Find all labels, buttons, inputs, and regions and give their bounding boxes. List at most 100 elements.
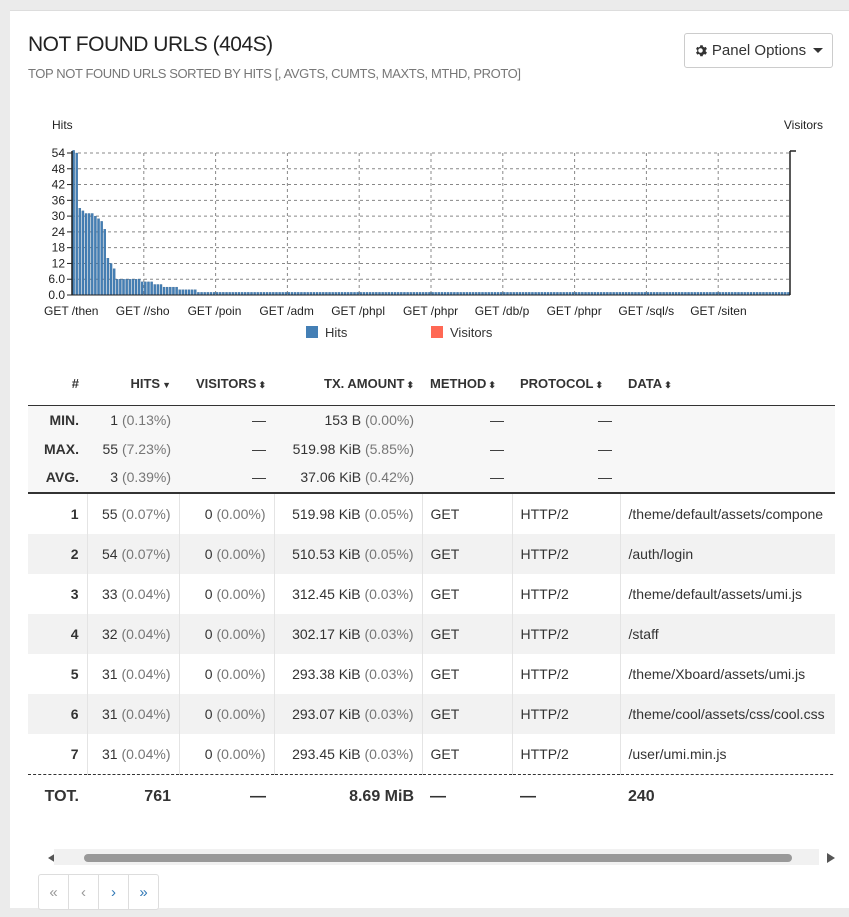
scrollbar-track[interactable] (54, 849, 819, 865)
row-number-text: 4 (70, 625, 79, 642)
bar-hits (194, 289, 197, 296)
total-data: 240 (620, 774, 835, 819)
row-number-text: 6 (70, 705, 79, 722)
table-row[interactable]: 5 31 (0.04%) 0 (0.00%) 293.38 KiB (0.03%) GE… (28, 653, 835, 694)
last-page-button[interactable]: » (128, 874, 159, 910)
bar-hits (97, 218, 100, 296)
next-page-button[interactable]: › (98, 874, 129, 910)
y-tick-label: 18 (52, 241, 66, 255)
stat-row: AVG. 3 (0.39%) — 37.06 KiB (0.42%) — — (28, 463, 835, 494)
col-header-hits[interactable]: HITS ▼ (87, 361, 179, 406)
url-value: /theme/default/assets/compone (628, 505, 824, 522)
protocol-value: HTTP/2 (520, 545, 569, 562)
url-value: /staff (628, 625, 659, 642)
col-header-tx-amount[interactable]: TX. AMOUNT ⬍ (274, 361, 422, 406)
table-row[interactable]: 6 31 (0.04%) 0 (0.00%) 293.07 KiB (0.03%) GE… (28, 693, 835, 734)
stat-method: — (422, 434, 512, 463)
bar-hits (137, 279, 141, 296)
y-tick-label: 48 (52, 162, 66, 176)
visitors-percent: (0.00%) (216, 665, 266, 682)
col-header-protocol[interactable]: PROTOCOL ⬍ (512, 361, 620, 406)
hits-percent: (0.04%) (121, 705, 171, 722)
table-row[interactable]: 7 31 (0.04%) 0 (0.00%) 293.45 KiB (0.03%) GE… (28, 733, 835, 775)
bar-hits (125, 279, 128, 296)
col-header-data[interactable]: DATA ⬍ (620, 361, 835, 406)
hits-percent: (0.39%) (121, 469, 171, 486)
bar-hits (103, 229, 106, 296)
tx-percent: (0.05%) (364, 545, 414, 562)
row-tx: 293.45 KiB (0.03%) (274, 733, 423, 775)
stat-data (620, 434, 835, 463)
stat-hits: 3 (0.39%) (87, 463, 179, 494)
total-protocol: — (512, 774, 620, 819)
hits-percent: (0.04%) (121, 665, 171, 682)
panel-title: NOT FOUND URLS (404S) (28, 33, 273, 56)
tx-value: 302.17 KiB (292, 625, 361, 642)
first-page-button[interactable]: « (38, 874, 69, 910)
tx-value: 293.07 KiB (292, 705, 361, 722)
row-data: /staff (620, 613, 835, 654)
bar-hits (162, 286, 166, 296)
data-table-wrapper: # HITS ▼ VISITORS ⬍ TX. AMOUNT ⬍ METHOD ⬍ PR… (28, 361, 835, 819)
stat-visitors: — (179, 405, 274, 435)
hits-value: 31 (102, 665, 118, 682)
bar-hits (178, 289, 181, 296)
row-visitors: 0 (0.00%) (179, 693, 275, 734)
row-method: GET (422, 533, 513, 574)
hits-value: 1 (110, 412, 119, 429)
tx-percent: (0.05%) (364, 505, 414, 522)
row-visitors: 0 (0.00%) (179, 733, 275, 775)
horizontal-scrollbar[interactable] (38, 849, 835, 865)
bar-hits (172, 286, 175, 296)
row-tx: 519.98 KiB (0.05%) (274, 492, 423, 534)
protocol-value: HTTP/2 (520, 745, 569, 762)
table-row[interactable]: 4 32 (0.04%) 0 (0.00%) 302.17 KiB (0.03%) GE… (28, 613, 835, 654)
table-row[interactable]: 2 54 (0.07%) 0 (0.00%) 510.53 KiB (0.05%) GE… (28, 533, 835, 574)
pagination: « ‹ › » (38, 874, 159, 910)
bar-hits (91, 213, 94, 296)
col-header-visitors[interactable]: VISITORS ⬍ (179, 361, 274, 406)
table-row[interactable]: 3 33 (0.04%) 0 (0.00%) 312.45 KiB (0.03%) GE… (28, 573, 835, 614)
table-row[interactable]: 1 55 (0.07%) 0 (0.00%) 519.98 KiB (0.05%) GE… (28, 492, 835, 534)
not-found-panel: NOT FOUND URLS (404S) TOP NOT FOUND URLS… (10, 10, 849, 910)
stat-data (620, 463, 835, 494)
bar-hits (109, 263, 113, 296)
hits-percent: (0.13%) (121, 412, 171, 429)
prev-page-button[interactable]: ‹ (68, 874, 99, 910)
scrollbar-thumb[interactable] (84, 854, 792, 862)
tx-percent: (0.03%) (364, 585, 414, 602)
stat-data (620, 405, 835, 435)
hits-percent: (0.04%) (121, 585, 171, 602)
stat-hits: 55 (7.23%) (87, 434, 179, 463)
row-method: GET (422, 653, 513, 694)
panel-options-button[interactable]: Panel Options (684, 33, 833, 68)
protocol-value: HTTP/2 (520, 505, 569, 522)
stat-tx: 153 B (0.00%) (274, 405, 422, 435)
scroll-right-icon[interactable] (827, 853, 835, 863)
bar-hits (175, 286, 178, 296)
stat-label-text: MAX. (44, 440, 79, 457)
method-value: GET (430, 665, 460, 682)
x-tick-label: GET /adm (259, 304, 313, 318)
data-table: # HITS ▼ VISITORS ⬍ TX. AMOUNT ⬍ METHOD ⬍ PR… (28, 361, 835, 819)
tx-percent: (0.03%) (364, 745, 414, 762)
col-header-method[interactable]: METHOD ⬍ (422, 361, 512, 406)
stat-label: AVG. (28, 463, 87, 494)
chart-grid (72, 152, 790, 296)
row-data: /user/umi.min.js (620, 733, 835, 775)
x-tick-label: GET /poin (188, 304, 242, 318)
hits-value: 32 (102, 625, 118, 642)
visitors-value: 0 (204, 665, 213, 682)
tx-percent: (0.42%) (364, 469, 414, 486)
visitors-value: 0 (204, 545, 213, 562)
row-data: /auth/login (620, 533, 835, 574)
stat-label-text: AVG. (45, 469, 79, 486)
row-number: 2 (28, 533, 88, 574)
row-number-text: 3 (70, 585, 79, 602)
chart-legend: Hits Visitors (306, 325, 493, 340)
bar-hits (112, 268, 116, 296)
hits-percent: (0.04%) (121, 745, 171, 762)
col-header-tx-label: TX. AMOUNT (324, 375, 405, 391)
caret-down-icon (813, 48, 824, 53)
stat-visitors: — (179, 434, 274, 463)
